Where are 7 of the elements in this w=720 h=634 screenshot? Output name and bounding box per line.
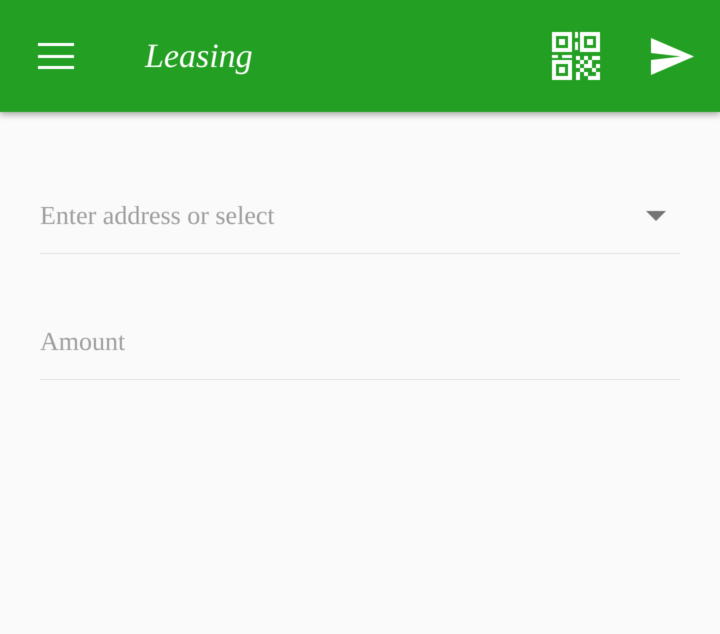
menu-icon[interactable] xyxy=(38,43,74,69)
send-icon[interactable] xyxy=(651,38,694,74)
address-field[interactable]: Enter address or select xyxy=(40,190,646,240)
qr-code-icon[interactable] xyxy=(552,32,600,80)
amount-field[interactable]: Amount xyxy=(40,316,680,366)
app-title: Leasing xyxy=(145,36,253,76)
dropdown-arrow-icon[interactable] xyxy=(646,210,666,220)
